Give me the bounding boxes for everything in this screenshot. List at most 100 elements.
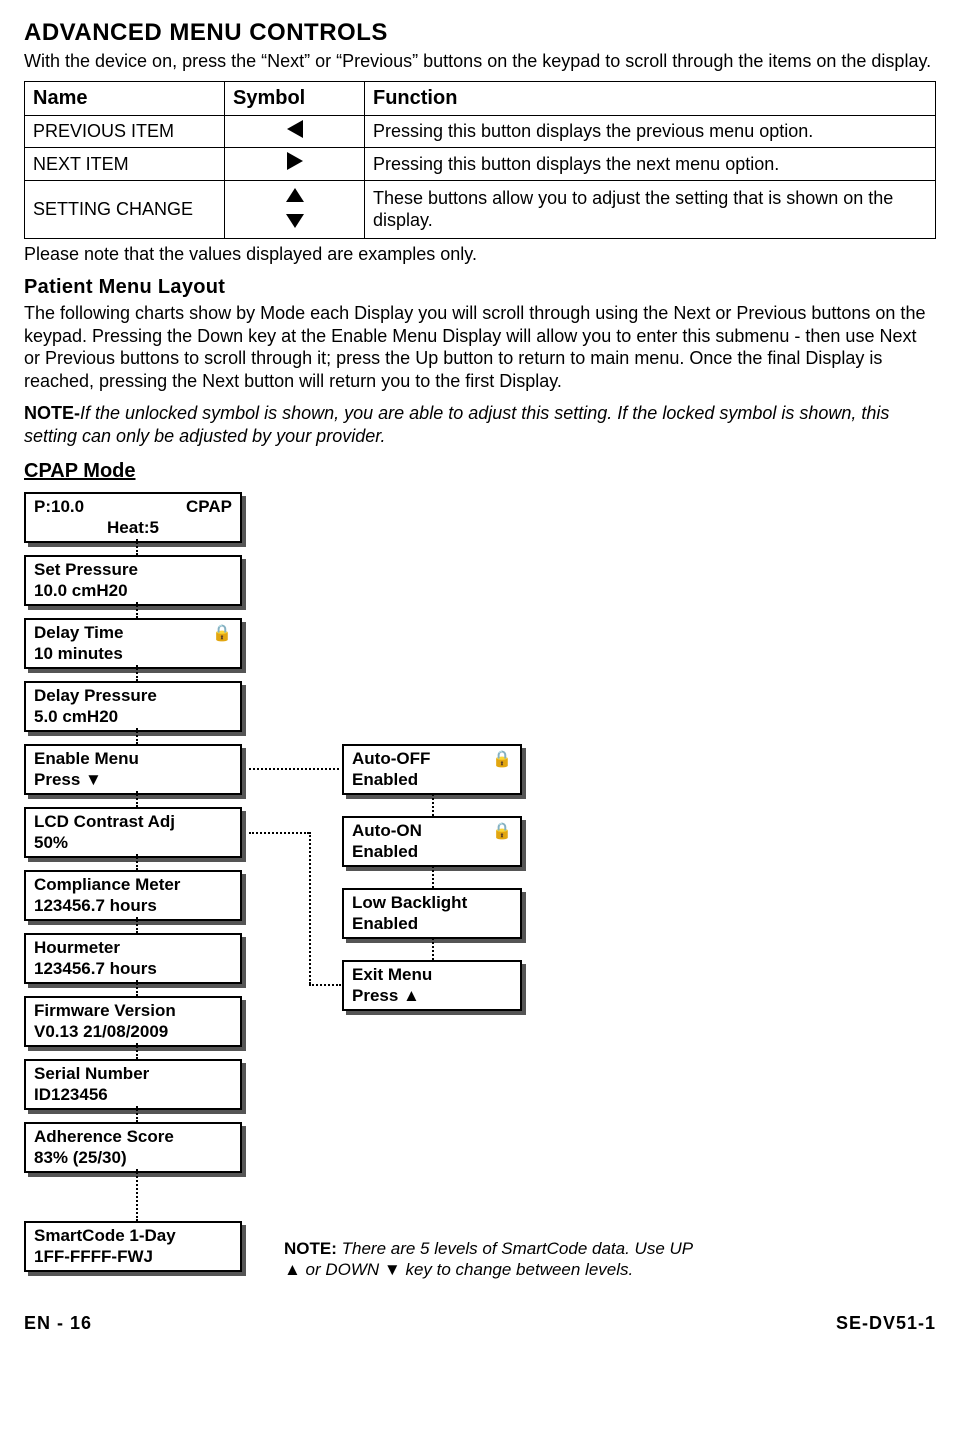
triangle-right-icon <box>287 152 303 170</box>
connector-dots <box>136 917 138 933</box>
menu-line2: 123456.7 hours <box>34 958 232 979</box>
triangle-down-icon <box>286 214 304 228</box>
row1-symbol <box>225 115 365 148</box>
menu-right: CPAP <box>186 496 232 517</box>
menu-line2: Heat:5 <box>34 517 232 538</box>
connector-dots <box>136 1106 138 1122</box>
controls-table: Name Symbol Function PREVIOUS ITEM Press… <box>24 81 936 239</box>
lock-icon: 🔒 <box>492 822 512 842</box>
menu-line2: V0.13 21/08/2009 <box>34 1021 232 1042</box>
menu-box-main-11: SmartCode 1-Day 1FF-FFFF-FWJ <box>24 1221 242 1272</box>
menu-line2: 83% (25/30) <box>34 1147 232 1168</box>
menu-box-main-4: Enable Menu Press ▼ <box>24 744 242 795</box>
menu-box-main-5: LCD Contrast Adj 50% <box>24 807 242 858</box>
triangle-up-icon <box>286 188 304 202</box>
page-title: ADVANCED MENU CONTROLS <box>24 18 936 48</box>
connector-dots <box>136 791 138 807</box>
row2-symbol <box>225 148 365 181</box>
footer-left: EN - 16 <box>24 1312 92 1335</box>
connector-dots <box>249 832 309 834</box>
connector-dots <box>136 1169 138 1221</box>
note-prefix: NOTE: <box>284 1239 337 1258</box>
menu-box-main-3: Delay Pressure 5.0 cmH20 <box>24 681 242 732</box>
menu-box-main-2: Delay Time 10 minutes 🔒 <box>24 618 242 669</box>
row3-func: These buttons allow you to adjust the se… <box>365 180 936 238</box>
menu-line2: Press ▲ <box>352 985 512 1006</box>
triangle-left-icon <box>287 120 303 138</box>
menu-line1: Exit Menu <box>352 964 512 985</box>
menu-box-sub-1: Auto-ON Enabled 🔒 <box>342 816 522 867</box>
connector-dots <box>136 665 138 681</box>
row1-name: PREVIOUS ITEM <box>25 115 225 148</box>
menu-box-main-0: P:10.0 CPAP Heat:5 <box>24 492 242 543</box>
menu-line2: Enabled <box>352 913 512 934</box>
menu-box-sub-2: Low Backlight Enabled <box>342 888 522 939</box>
menu-line1: Serial Number <box>34 1063 232 1084</box>
menu-line1: Auto-ON <box>352 820 512 841</box>
menu-line1: Hourmeter <box>34 937 232 958</box>
menu-box-main-9: Serial Number ID123456 <box>24 1059 242 1110</box>
section-title: Patient Menu Layout <box>24 275 936 300</box>
row3-name: SETTING CHANGE <box>25 180 225 238</box>
connector-dots <box>309 984 341 986</box>
menu-line1: Delay Time <box>34 622 232 643</box>
header-function: Function <box>365 81 936 115</box>
menu-line1: LCD Contrast Adj <box>34 811 232 832</box>
lock-icon: 🔒 <box>492 750 512 770</box>
menu-box-main-6: Compliance Meter 123456.7 hours <box>24 870 242 921</box>
menu-line1: Low Backlight <box>352 892 512 913</box>
menu-box-sub-3: Exit Menu Press ▲ <box>342 960 522 1011</box>
menu-line2: Enabled <box>352 769 512 790</box>
row3-symbol <box>225 180 365 238</box>
menu-line1: Auto-OFF <box>352 748 512 769</box>
connector-dots <box>136 539 138 555</box>
menu-box-main-1: Set Pressure 10.0 cmH20 <box>24 555 242 606</box>
connector-dots <box>432 938 434 960</box>
row1-func: Pressing this button displays the previo… <box>365 115 936 148</box>
menu-line1: Delay Pressure <box>34 685 232 706</box>
row2-name: NEXT ITEM <box>25 148 225 181</box>
header-name: Name <box>25 81 225 115</box>
menu-box-main-7: Hourmeter 123456.7 hours <box>24 933 242 984</box>
menu-line2: 1FF-FFFF-FWJ <box>34 1246 232 1267</box>
connector-dots <box>432 866 434 888</box>
intro-text: With the device on, press the “Next” or … <box>24 50 936 73</box>
smartcode-note: NOTE: There are 5 levels of SmartCode da… <box>284 1238 714 1281</box>
menu-box-main-8: Firmware Version V0.13 21/08/2009 <box>24 996 242 1047</box>
connector-dots <box>136 728 138 744</box>
note-prefix: NOTE- <box>24 403 80 423</box>
connector-dots <box>249 768 339 770</box>
note-lock-body: If the unlocked symbol is shown, you are… <box>24 403 889 446</box>
menu-line1: SmartCode 1-Day <box>34 1225 232 1246</box>
note-values: Please note that the values displayed ar… <box>24 243 936 266</box>
menu-line1: Compliance Meter <box>34 874 232 895</box>
lock-icon: 🔒 <box>212 624 232 644</box>
page-footer: EN - 16 SE-DV51-1 <box>24 1312 936 1335</box>
connector-dots <box>136 1043 138 1059</box>
connector-dots <box>136 854 138 870</box>
menu-line2: 50% <box>34 832 232 853</box>
menu-line2: 10.0 cmH20 <box>34 580 232 601</box>
menu-line2: Enabled <box>352 841 512 862</box>
connector-dots <box>136 980 138 996</box>
menu-line2: 5.0 cmH20 <box>34 706 232 727</box>
menu-line1: Set Pressure <box>34 559 232 580</box>
menu-box-sub-0: Auto-OFF Enabled 🔒 <box>342 744 522 795</box>
menu-line2: 123456.7 hours <box>34 895 232 916</box>
row2-func: Pressing this button displays the next m… <box>365 148 936 181</box>
menu-flow: P:10.0 CPAP Heat:5 Set Pressure 10.0 cmH… <box>24 492 936 1292</box>
mode-title: CPAP Mode <box>24 459 936 484</box>
menu-line1: Adherence Score <box>34 1126 232 1147</box>
header-symbol: Symbol <box>225 81 365 115</box>
connector-dots <box>432 794 434 816</box>
menu-line2: ID123456 <box>34 1084 232 1105</box>
menu-line2: 10 minutes <box>34 643 232 664</box>
menu-line1: Enable Menu <box>34 748 232 769</box>
menu-line2: Press ▼ <box>34 769 232 790</box>
note-lock: NOTE-If the unlocked symbol is shown, yo… <box>24 402 936 447</box>
smartcode-note-body: There are 5 levels of SmartCode data. Us… <box>284 1239 692 1279</box>
footer-right: SE-DV51-1 <box>836 1312 936 1335</box>
connector-dots <box>136 602 138 618</box>
menu-line1: P:10.0 <box>34 497 84 516</box>
connector-dots <box>309 832 311 984</box>
